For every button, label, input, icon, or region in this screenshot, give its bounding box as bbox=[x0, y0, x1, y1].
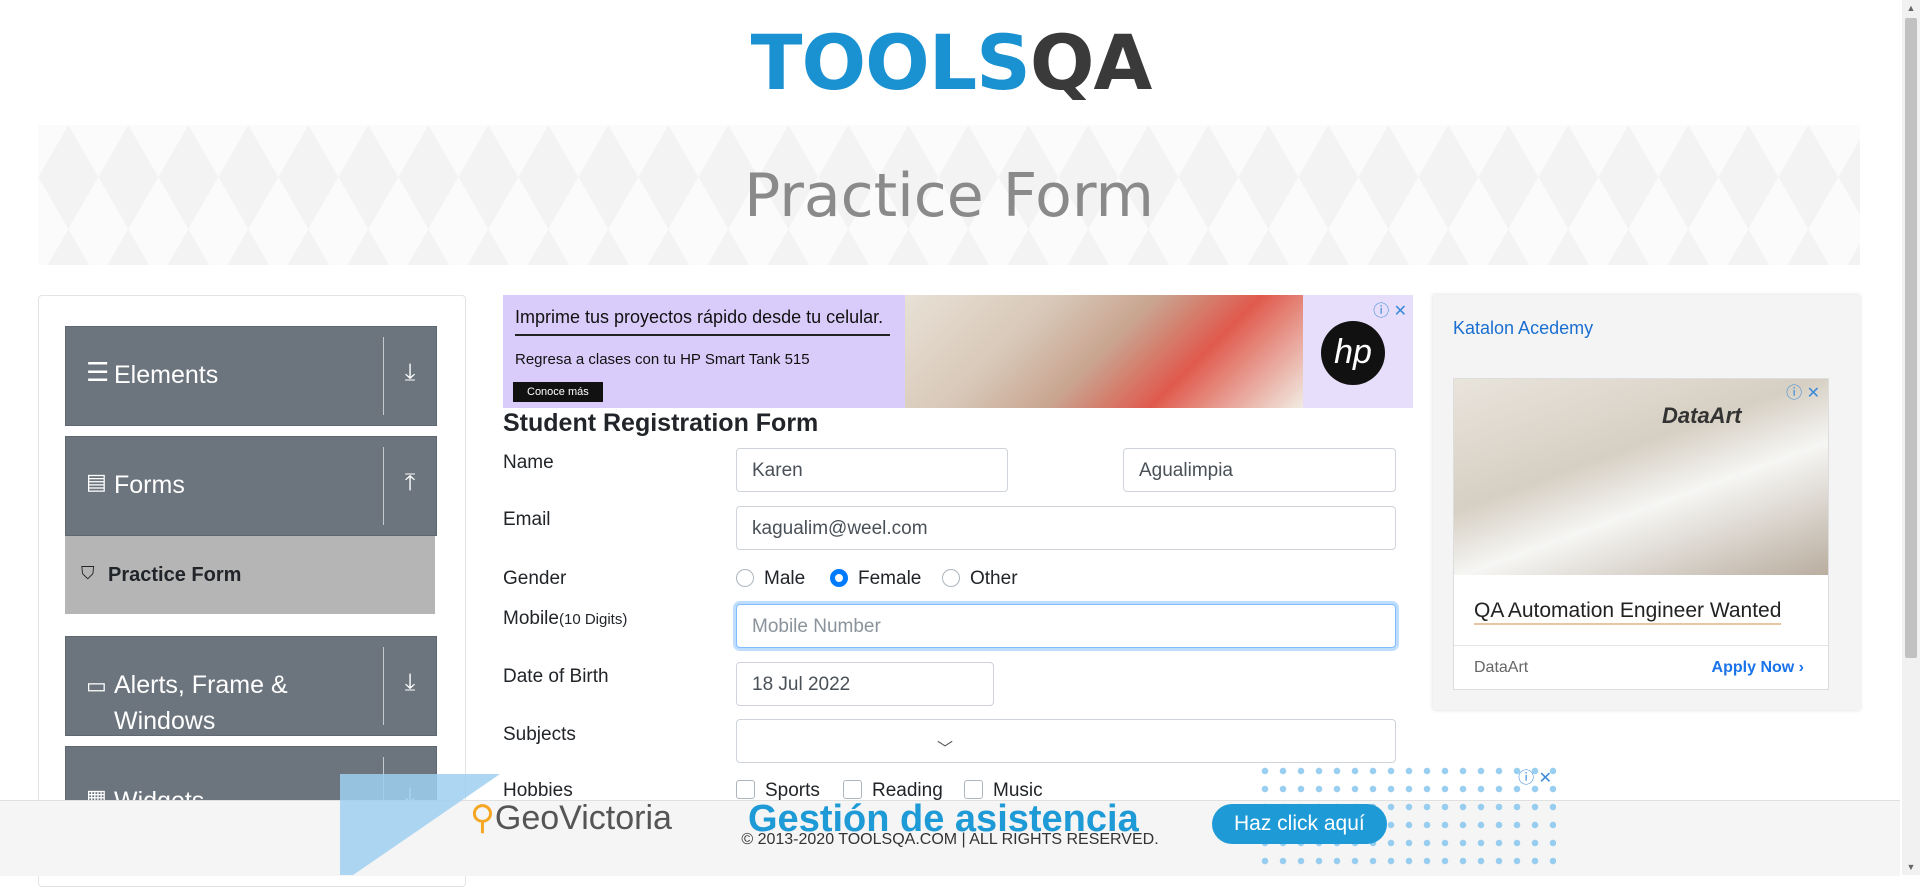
company-name: DataArt bbox=[1474, 659, 1529, 676]
window-icon: ▭ bbox=[86, 673, 107, 698]
divider bbox=[383, 337, 384, 415]
ad-text-panel: Imprime tus proyectos rápido desde tu ce… bbox=[503, 295, 905, 408]
subjects-label: Subjects bbox=[503, 724, 576, 745]
sidebar-group-label: Forms bbox=[114, 471, 185, 499]
html5-icon: ⛉ bbox=[81, 563, 95, 583]
radio-label: Other bbox=[970, 568, 1018, 589]
radio-button[interactable] bbox=[736, 569, 754, 587]
divider bbox=[1454, 645, 1828, 646]
menu-lines-icon: ☰ bbox=[86, 357, 110, 387]
name-label: Name bbox=[503, 452, 554, 473]
mobile-number-input[interactable]: Mobile Number bbox=[736, 604, 1396, 648]
ad-office-photo: DataArt bbox=[1454, 379, 1828, 575]
ad-subline: Regresa a clases con tu HP Smart Tank 51… bbox=[515, 351, 810, 368]
form-title: Student Registration Form bbox=[503, 409, 819, 437]
page-scrollbar[interactable]: ▲ ▼ bbox=[1902, 0, 1920, 875]
chevron-right-icon: › bbox=[1798, 659, 1804, 676]
right-advertisement: Katalon Acedemy DataArt ⓘ ✕ QA Automatio… bbox=[1433, 295, 1860, 710]
ad-headline: Gestión de asistencia bbox=[748, 798, 1139, 840]
first-name-input[interactable]: Karen bbox=[736, 448, 1008, 492]
scroll-up-icon[interactable]: ▲ bbox=[1902, 0, 1920, 16]
radio-button-selected[interactable] bbox=[830, 569, 848, 587]
sidebar-group-forms[interactable]: ▤ Forms ⤒ bbox=[65, 436, 437, 536]
dataart-ad-card[interactable]: DataArt ⓘ ✕ QA Automation Engineer Wante… bbox=[1453, 378, 1829, 690]
dob-label: Date of Birth bbox=[503, 666, 609, 687]
divider bbox=[383, 647, 384, 725]
apply-now-link[interactable]: Apply Now › bbox=[1712, 659, 1804, 677]
katalon-ad-link[interactable]: Katalon Acedemy bbox=[1453, 318, 1593, 339]
sidebar-group-label: Elements bbox=[114, 361, 219, 389]
ad-headline: Imprime tus proyectos rápido desde tu ce… bbox=[515, 307, 890, 336]
page-title: Practice Form bbox=[744, 161, 1154, 231]
sidebar-group-label: Alerts, Frame & bbox=[114, 671, 288, 699]
mobile-label: Mobile(10 Digits) bbox=[503, 608, 628, 629]
header: TOOLSQA bbox=[0, 18, 1902, 108]
scrollbar-thumb[interactable] bbox=[1905, 18, 1917, 658]
email-field[interactable]: kagualim@weel.com bbox=[736, 506, 1396, 550]
gender-radio-other[interactable]: Other bbox=[942, 568, 1018, 590]
last-name-input[interactable]: Agualimpia bbox=[1123, 448, 1396, 492]
sidebar-item-practice-form[interactable]: ⛉ Practice Form bbox=[65, 536, 435, 614]
bottom-advertisement[interactable]: ⚲GeoVictoria Gestión de asistencia Haz c… bbox=[340, 762, 1556, 875]
email-label: Email bbox=[503, 509, 551, 530]
upload-arrow-icon[interactable]: ⤒ bbox=[394, 469, 426, 497]
hp-logo: hp bbox=[1321, 321, 1385, 385]
logo-text-accent: QA bbox=[1029, 18, 1152, 107]
radio-label: Male bbox=[764, 568, 806, 589]
subjects-input[interactable]: ﹀ bbox=[736, 719, 1396, 763]
ad-close-icon[interactable]: ⓘ ✕ bbox=[1373, 297, 1407, 321]
divider bbox=[383, 447, 384, 525]
radio-label: Female bbox=[858, 568, 922, 589]
ad-cta-button[interactable]: Conoce más bbox=[513, 382, 603, 402]
ad-close-icon[interactable]: ⓘ ✕ bbox=[1786, 379, 1820, 403]
download-arrow-icon[interactable]: ⤓ bbox=[394, 359, 426, 387]
radio-button[interactable] bbox=[942, 569, 960, 587]
scroll-down-icon[interactable]: ▼ bbox=[1902, 859, 1920, 875]
download-arrow-icon[interactable]: ⤓ bbox=[394, 669, 426, 697]
gender-label: Gender bbox=[503, 568, 567, 589]
location-pin-icon: ⚲ bbox=[470, 799, 495, 837]
sidebar-group-elements[interactable]: ☰ Elements ⤓ bbox=[65, 326, 437, 426]
mobile-hint: (10 Digits) bbox=[558, 611, 628, 628]
job-title[interactable]: QA Automation Engineer Wanted bbox=[1474, 599, 1782, 625]
gender-radio-female[interactable]: Female bbox=[830, 568, 921, 590]
page-banner: Practice Form bbox=[38, 125, 1860, 265]
date-of-birth-input[interactable]: 18 Jul 2022 bbox=[736, 662, 994, 706]
ad-cta-button[interactable]: Haz click aquí bbox=[1212, 804, 1387, 844]
logo-text-main: TOOLS bbox=[750, 18, 1031, 107]
sidebar-group-alerts[interactable]: ▭ Alerts, Frame & Windows ⤓ bbox=[65, 636, 437, 736]
sidebar-item-label: Practice Form bbox=[108, 564, 242, 586]
toolsqa-logo[interactable]: TOOLSQA bbox=[750, 18, 1153, 108]
dataart-logo: DataArt bbox=[1662, 403, 1742, 428]
sidebar-group-label-line2: Windows bbox=[114, 707, 216, 735]
gender-radio-male[interactable]: Male bbox=[736, 568, 805, 590]
geovictoria-logo: ⚲GeoVictoria bbox=[470, 799, 672, 837]
document-icon: ▤ bbox=[86, 469, 107, 494]
ad-close-icon[interactable]: ⓘ ✕ bbox=[1518, 764, 1552, 788]
ad-photo bbox=[905, 295, 1303, 408]
hp-advertisement[interactable]: Imprime tus proyectos rápido desde tu ce… bbox=[503, 295, 1413, 408]
